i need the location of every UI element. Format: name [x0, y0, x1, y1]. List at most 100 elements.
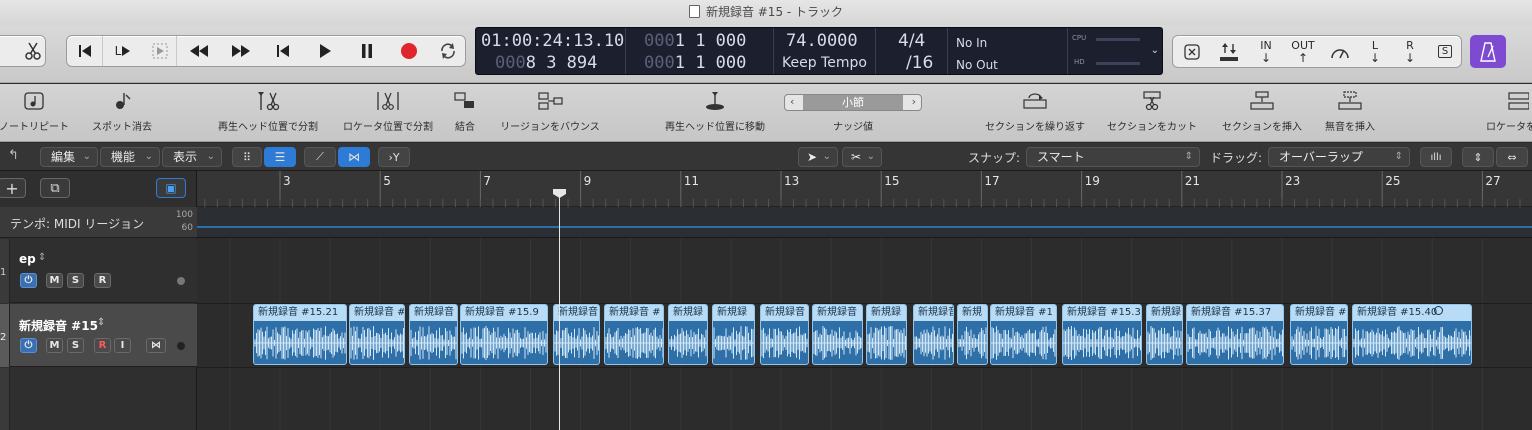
lcd-display[interactable]: 01:00:24:13.10 0008 3 894 0001 1 000 000… — [475, 27, 1163, 75]
tool-insert-section[interactable]: セクションを挿入 — [1212, 84, 1312, 142]
ruler-bar-label: 7 — [483, 174, 491, 188]
scissors-icon — [25, 42, 41, 60]
record-enable-button[interactable]: R — [94, 273, 111, 288]
automation-button[interactable]: ⟋ — [304, 147, 336, 167]
flex-track-button[interactable]: ⋈ — [146, 338, 166, 353]
chevron-updown-icon[interactable]: ⇕ — [38, 252, 46, 263]
audio-region[interactable]: 新規録音 #15.3 — [1062, 304, 1142, 365]
track-name[interactable]: 新規録音 #15 — [19, 317, 98, 334]
record-button[interactable] — [389, 36, 429, 66]
scissors-button[interactable] — [19, 36, 47, 66]
playhead-line[interactable] — [559, 193, 560, 430]
audio-region[interactable]: 新規録音 # — [604, 304, 664, 365]
solo-button[interactable]: S — [67, 338, 84, 353]
low-latency-button[interactable] — [1175, 36, 1209, 67]
audio-region[interactable]: 新規録音 #1 — [990, 304, 1057, 365]
cycle-button[interactable] — [429, 36, 467, 66]
back-arrow-icon[interactable]: ↰ — [8, 148, 19, 163]
nudge-value-stepper[interactable]: ‹ 小節 › — [784, 93, 922, 111]
audio-region[interactable]: 新規録音 # — [1290, 304, 1348, 365]
audio-region[interactable]: 新規録音 #15.37 — [1186, 304, 1284, 365]
play-from-selection-button[interactable] — [143, 36, 177, 66]
solo-button[interactable]: S — [1429, 36, 1461, 67]
audio-region[interactable]: 新規録 — [866, 304, 907, 365]
audio-region[interactable]: 新規録 — [668, 304, 708, 365]
punch-out-button[interactable]: OUT ↑ — [1283, 36, 1323, 67]
duplicate-track-button[interactable]: ⧉ — [40, 178, 70, 198]
tool-split-at-playhead[interactable]: 再生ヘッド位置で分割 — [212, 84, 324, 142]
grid-view-button[interactable]: ⠿ — [232, 147, 262, 167]
audio-region[interactable]: 新規録音 #15.9 — [460, 304, 548, 365]
audio-region[interactable]: 新規 — [957, 304, 988, 365]
edit-menu[interactable]: 編集 ⌄ — [40, 147, 98, 167]
tool-join[interactable]: 結合 — [444, 84, 486, 142]
mute-button[interactable]: M — [46, 338, 63, 353]
lcd-chevron-down-icon[interactable]: ⌄ — [1151, 45, 1159, 56]
audio-region[interactable]: 新規録音 — [760, 304, 809, 365]
audio-region[interactable]: 新規録音 — [812, 304, 863, 365]
record-enable-button[interactable]: R — [94, 338, 111, 353]
tool-nudge-value[interactable]: ‹ 小節 › ナッジ値 — [784, 84, 922, 142]
right-locator-button[interactable]: R ↓ — [1393, 36, 1427, 67]
tool-bounce-region[interactable]: リージョンをバウンス — [496, 84, 604, 142]
track-on-off-button[interactable]: ⏻ — [20, 273, 37, 288]
tool-move-to-playhead[interactable]: 再生ヘッド位置に移動 — [660, 84, 770, 142]
secondary-tool-menu[interactable]: ✂ ⌄ — [842, 147, 882, 167]
audio-region[interactable]: 新規録音 #15.21 — [253, 304, 347, 365]
track-on-off-button[interactable]: ⏻ — [20, 338, 37, 353]
punch-in-button[interactable]: IN ↓ — [1249, 36, 1283, 67]
loop-start-button[interactable]: L — [105, 36, 141, 66]
function-menu[interactable]: 機能 ⌄ — [100, 147, 160, 167]
tool-spot-erase[interactable]: スポット消去 — [84, 84, 160, 142]
loop-circle-icon[interactable] — [1434, 306, 1443, 315]
audio-region[interactable]: 新規録 — [1146, 304, 1183, 365]
snap-select[interactable]: スマート ⇕ — [1026, 147, 1200, 167]
lcd-signature-cell: 4/4 /16 — [876, 28, 948, 74]
flex-button[interactable]: ⋈ — [338, 147, 370, 167]
metronome-button[interactable] — [1470, 35, 1506, 68]
track-header-2[interactable]: 2 新規録音 #15 ⇕ ⏻ M S R I ⋈ — [0, 304, 197, 367]
chevron-left-icon[interactable]: ‹ — [790, 95, 794, 108]
tool-repeat-section[interactable]: セクションを繰り返す — [980, 84, 1090, 142]
audio-region[interactable]: 新規録音 — [409, 304, 458, 365]
catch-playhead-button[interactable]: ›Y — [378, 147, 410, 167]
vertical-zoom-button[interactable]: ⇕ — [1462, 147, 1494, 167]
stop-go-beginning-button[interactable] — [263, 36, 303, 66]
mute-button[interactable]: M — [46, 273, 63, 288]
tool-note-repeat[interactable]: ノートリピート — [0, 84, 74, 142]
add-track-button[interactable]: + — [0, 178, 26, 198]
tool-insert-silence[interactable]: 無音を挿入 — [1312, 84, 1388, 142]
view-menu[interactable]: 表示 ⌄ — [162, 147, 222, 167]
replace-button[interactable] — [1211, 36, 1247, 67]
horizontal-zoom-button[interactable]: ⇔ — [1496, 147, 1528, 167]
list-view-button[interactable]: ☰ — [264, 147, 296, 167]
audio-region[interactable]: 新規録音 — [913, 304, 954, 365]
global-tracks-button[interactable]: ▣ — [156, 178, 186, 198]
input-monitor-button[interactable]: I — [114, 338, 131, 353]
tool-cut-section[interactable]: セクションをカット — [1102, 84, 1202, 142]
audio-region[interactable]: 新規録音 — [553, 304, 600, 365]
chevron-updown-icon[interactable]: ⇕ — [97, 317, 105, 328]
left-locator-button[interactable]: L ↓ — [1357, 36, 1393, 67]
play-button[interactable] — [305, 36, 345, 66]
drag-select[interactable]: オーバーラップ ⇕ — [1268, 147, 1410, 167]
tool-split-at-locators[interactable]: ロケータ位置で分割 — [336, 84, 440, 142]
solo-button[interactable]: S — [67, 273, 84, 288]
tool-locators[interactable]: ロケータを — [1476, 84, 1532, 142]
rewind-button[interactable] — [179, 36, 219, 66]
pointer-tool-menu[interactable]: ➤ ⌄ — [798, 147, 838, 167]
waveform-zoom-button[interactable]: ıllı — [1420, 147, 1452, 167]
tempo-lane[interactable] — [197, 207, 1532, 238]
audio-region[interactable]: 新規録音 # — [349, 304, 405, 365]
track-name[interactable]: ep — [19, 252, 36, 266]
track-header-1[interactable]: 1 ep ⇕ ⏻ M S R — [0, 239, 197, 303]
go-to-beginning-button[interactable] — [67, 36, 103, 66]
audio-region[interactable]: 新規録 — [712, 304, 755, 365]
chevron-right-icon[interactable]: › — [912, 95, 916, 108]
tuner-button[interactable] — [1323, 36, 1357, 67]
fast-forward-button[interactable] — [221, 36, 261, 66]
audio-region[interactable]: 新規録音 #15.40 — [1352, 304, 1472, 365]
tempo-track-header[interactable]: テンポ: MIDI リージョン 100 60 — [0, 207, 197, 238]
bar-ruler[interactable]: 3 5 7 9 11 13 15 17 19 21 23 25 27 — [197, 171, 1532, 207]
pause-button[interactable] — [347, 36, 387, 66]
